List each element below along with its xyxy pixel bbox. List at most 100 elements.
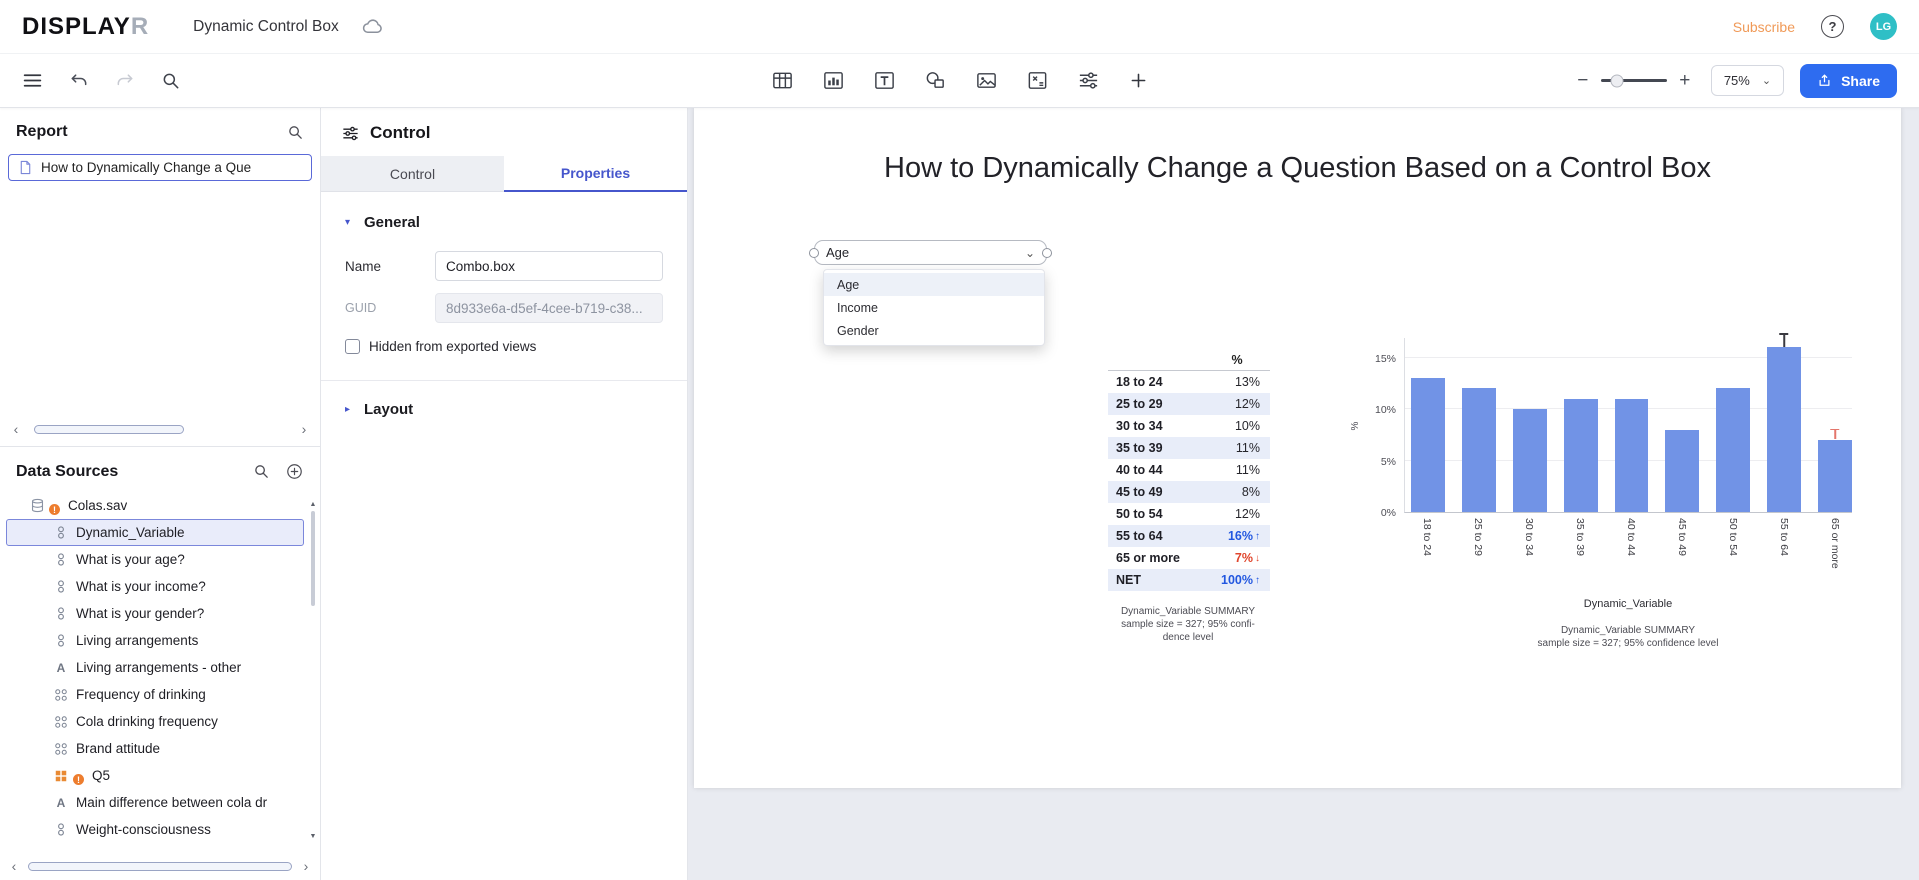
search-icon	[163, 73, 179, 88]
dropdown-option-gender[interactable]: Gender	[824, 319, 1044, 342]
search-icon[interactable]	[287, 124, 304, 141]
report-title: Report	[16, 123, 68, 140]
name-input[interactable]	[435, 251, 663, 281]
datasource-item-brand-attitude[interactable]: Brand attitude	[6, 735, 304, 762]
datasource-item-frequency-of-drinking[interactable]: Frequency of drinking	[6, 681, 304, 708]
tab-properties[interactable]: Properties	[504, 156, 687, 192]
bar-35-to-39[interactable]	[1563, 398, 1598, 512]
general-section-header[interactable]: ▾ General	[345, 214, 663, 231]
avatar[interactable]: LG	[1870, 13, 1897, 40]
summary-table[interactable]: % 18 to 24 13% 25 to 29 12% 30 to 34 10% 35 to…	[1108, 349, 1270, 591]
inspector-title: Control	[370, 123, 431, 142]
bar-65-or-more[interactable]	[1818, 428, 1853, 512]
share-label: Share	[1841, 72, 1880, 89]
search-icon[interactable]	[253, 463, 270, 480]
bar-45-to-49[interactable]	[1665, 429, 1700, 512]
combo-box-control[interactable]: Age ⌄	[809, 240, 1052, 265]
search-button[interactable]	[161, 71, 181, 91]
x-tick: 45 to 49	[1665, 518, 1699, 596]
layout-section-header[interactable]: ▸ Layout	[345, 401, 663, 418]
table-header-row: %	[1108, 349, 1270, 371]
canvas-page[interactable]: How to Dynamically Change a Question Bas…	[694, 108, 1901, 788]
x-tick-label: 50 to 54	[1727, 518, 1739, 556]
scroll-right-icon[interactable]: ›	[300, 859, 312, 873]
main-area: Report How to Dynamically Change a Que ‹…	[0, 108, 1919, 880]
table-row-35-to-39: 35 to 39 11%	[1108, 437, 1270, 459]
datasource-item-colas-sav[interactable]: ! Colas.sav	[6, 492, 304, 519]
scrollbar-thumb[interactable]	[311, 511, 315, 606]
hidden-from-exports-checkbox[interactable]	[345, 339, 360, 354]
add-data-source-icon[interactable]	[285, 462, 304, 481]
selection-handle-right[interactable]	[1042, 248, 1052, 258]
insert-visualization-button[interactable]	[822, 69, 845, 92]
datasource-item-cola-drinking-frequency[interactable]: Cola drinking frequency	[6, 708, 304, 735]
insert-text-button[interactable]	[873, 69, 896, 92]
cloud-sync-button[interactable]	[361, 15, 384, 38]
data-sources-title: Data Sources	[16, 462, 119, 480]
bar-40-to-44[interactable]	[1614, 398, 1649, 512]
selection-handle-left[interactable]	[809, 248, 819, 258]
shapes-icon	[926, 72, 944, 88]
scrollbar-thumb[interactable]	[34, 424, 184, 434]
undo-button[interactable]	[69, 71, 89, 91]
zoom-level-dropdown[interactable]: 75% ⌄	[1710, 65, 1785, 96]
scroll-right-icon[interactable]: ›	[298, 422, 310, 436]
nominal-icon	[53, 606, 69, 621]
hidden-from-exports-row[interactable]: Hidden from exported views	[345, 339, 663, 354]
zoom-slider-knob[interactable]	[1610, 74, 1624, 87]
datasource-item-what-is-your-income[interactable]: What is your income?	[6, 573, 304, 600]
datasource-item-main-difference-between-cola-dr[interactable]: A Main difference between cola dr	[6, 789, 304, 816]
datasource-item-dynamic-variable[interactable]: Dynamic_Variable	[6, 519, 304, 546]
zoom-in-button[interactable]: +	[1677, 70, 1693, 92]
x-tick: 50 to 54	[1716, 518, 1750, 596]
bar-55-to-64[interactable]	[1767, 333, 1802, 512]
redo-button[interactable]	[115, 71, 135, 91]
guid-input[interactable]	[435, 293, 663, 323]
datasource-item-q5[interactable]: ! Q5	[6, 762, 304, 789]
y-tick-label: 15%	[1374, 352, 1396, 365]
scroll-left-icon[interactable]: ‹	[10, 422, 22, 436]
menu-button[interactable]	[22, 70, 43, 91]
datasource-item-what-is-your-age[interactable]: What is your age?	[6, 546, 304, 573]
datasource-item-weight-consciousness[interactable]: Weight-consciousness	[6, 816, 304, 843]
insert-more-button[interactable]	[1128, 70, 1149, 91]
triangle-right-icon: ▸	[345, 404, 351, 415]
scroll-up-icon[interactable]: ▲	[310, 501, 317, 508]
triangle-down-icon: ▾	[345, 217, 351, 228]
bar-18-to-24[interactable]	[1411, 378, 1445, 512]
row-label: 45 to 49	[1116, 485, 1163, 499]
insert-control-button[interactable]	[1077, 69, 1100, 92]
x-tick-label: 45 to 49	[1676, 518, 1688, 556]
bar-50-to-54[interactable]	[1716, 388, 1751, 512]
datasource-item-living-arrangements-other[interactable]: A Living arrangements - other	[6, 654, 304, 681]
help-icon[interactable]: ?	[1821, 15, 1844, 38]
bar-30-to-34[interactable]	[1512, 409, 1547, 512]
displayr-logo[interactable]: DISPLAY R	[22, 13, 149, 41]
scrollbar-thumb[interactable]	[28, 861, 292, 871]
footnote-line: Dynamic_Variable SUMMARY	[1560, 625, 1696, 636]
report-page-item[interactable]: How to Dynamically Change a Que	[8, 154, 312, 181]
insert-calculation-button[interactable]	[1026, 69, 1049, 92]
insert-table-button[interactable]	[771, 69, 794, 92]
subscribe-link[interactable]: Subscribe	[1733, 19, 1795, 35]
share-button[interactable]: Share	[1800, 63, 1897, 98]
dropdown-option-age[interactable]: Age	[824, 273, 1044, 296]
scroll-left-icon[interactable]: ‹	[8, 859, 20, 873]
datasource-label: What is your income?	[76, 579, 206, 594]
insert-image-button[interactable]	[975, 69, 998, 92]
datasource-item-what-is-your-gender[interactable]: What is your gender?	[6, 600, 304, 627]
zoom-slider[interactable]	[1600, 74, 1667, 87]
datasource-item-living-arrangements[interactable]: Living arrangements	[6, 627, 304, 654]
zoom-out-button[interactable]: −	[1575, 70, 1591, 92]
x-tick: 35 to 39	[1563, 518, 1597, 596]
row-value: 7% ↓	[1234, 551, 1260, 565]
datasource-label: Main difference between cola dr	[76, 795, 268, 810]
tab-control[interactable]: Control	[321, 156, 504, 192]
bar-chart[interactable]: % 0% 5% 10% 15% 18 to 24 25 to 29 30 to 34 35 …	[1350, 333, 1874, 650]
insert-shapes-button[interactable]	[924, 69, 947, 92]
bar-25-to-29[interactable]	[1461, 388, 1496, 512]
scroll-down-icon[interactable]: ▼	[310, 833, 317, 840]
dropdown-option-income[interactable]: Income	[824, 296, 1044, 319]
row-label: 25 to 29	[1116, 397, 1163, 411]
table-icon	[772, 72, 792, 89]
